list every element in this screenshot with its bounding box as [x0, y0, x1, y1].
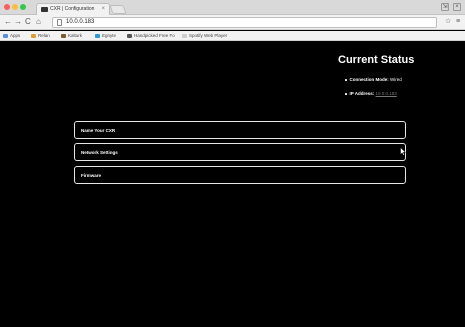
- reload-icon[interactable]: C: [25, 17, 31, 27]
- connection-mode-line: Connection Mode: Wired: [345, 77, 402, 82]
- bullet-icon: [345, 93, 347, 95]
- home-icon[interactable]: ⌂: [36, 17, 41, 27]
- back-icon[interactable]: ←: [4, 17, 12, 27]
- menu-icon[interactable]: ≡: [456, 17, 460, 27]
- folder-icon: [31, 33, 36, 38]
- browser-toolbar: ← → C ⌂ 10.0.0.183 ☆ ≡: [0, 15, 465, 30]
- handpicked-icon: [127, 33, 132, 38]
- fullscreen-icon[interactable]: ⇲: [441, 3, 449, 11]
- ip-address-label: IP Address:: [349, 91, 375, 96]
- bookmark-relan[interactable]: Relan: [31, 32, 50, 40]
- spotify-icon: [182, 33, 187, 38]
- bookmark-apps[interactable]: Apps: [3, 32, 20, 40]
- browser-titlebar: CXR | Configuration × ⇲ ×: [0, 0, 465, 15]
- bookmarks-bar: Apps Relan Kalturk Egnyte Handpicked Fre…: [0, 31, 465, 41]
- bullet-icon: [345, 79, 347, 81]
- panel-label: Name Your CXR: [81, 128, 116, 133]
- close-window-icon[interactable]: [4, 4, 10, 10]
- bookmark-handpicked[interactable]: Handpicked Free Fo: [127, 32, 175, 40]
- panel-label: Network Settings: [81, 150, 118, 155]
- current-status-heading: Current Status: [338, 54, 415, 66]
- maximize-window-icon[interactable]: [20, 4, 26, 10]
- connection-mode-label: Connection Mode:: [349, 77, 389, 82]
- network-settings-panel[interactable]: Network Settings: [74, 143, 406, 161]
- kalturk-icon: [61, 33, 66, 38]
- star-icon[interactable]: ☆: [445, 17, 451, 27]
- favicon-icon: [41, 7, 48, 12]
- bookmark-spotify[interactable]: Spotify Web Player: [182, 32, 227, 40]
- name-your-cxr-panel[interactable]: Name Your CXR: [74, 121, 406, 139]
- firmware-panel[interactable]: Firmware: [74, 166, 406, 184]
- tab-close-icon[interactable]: ×: [101, 5, 105, 14]
- page-content: Current Status Connection Mode: Wired IP…: [0, 41, 465, 327]
- bookmark-egnyte[interactable]: Egnyte: [95, 32, 116, 40]
- bookmark-kalturk[interactable]: Kalturk: [61, 32, 82, 40]
- ip-address-line: IP Address: 10.0.0.183: [345, 91, 397, 96]
- minimize-window-icon[interactable]: [12, 4, 18, 10]
- ip-address-link[interactable]: 10.0.0.183: [376, 91, 397, 96]
- tab-title: CXR | Configuration: [50, 6, 95, 12]
- window-close-icon[interactable]: ×: [453, 3, 461, 11]
- panel-label: Firmware: [81, 173, 102, 178]
- address-bar[interactable]: 10.0.0.183: [52, 17, 437, 28]
- new-tab-button[interactable]: [109, 5, 127, 14]
- forward-icon[interactable]: →: [14, 17, 22, 27]
- egnyte-icon: [95, 33, 100, 38]
- browser-tab[interactable]: CXR | Configuration ×: [36, 3, 110, 15]
- url-text: 10.0.0.183: [66, 19, 95, 25]
- mouse-cursor-icon: [400, 147, 406, 156]
- page-icon: [57, 19, 62, 26]
- apps-icon: [3, 33, 8, 38]
- connection-mode-value: Wired: [390, 77, 402, 82]
